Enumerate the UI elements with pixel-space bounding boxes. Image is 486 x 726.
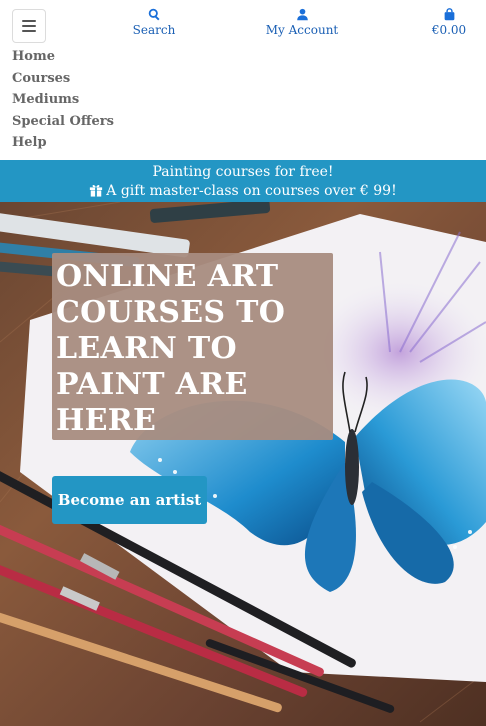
search-icon: [148, 8, 160, 21]
promo-line-2-wrap: A gift master-class on courses over € 99…: [0, 182, 486, 201]
menu-item-help[interactable]: Help: [12, 134, 114, 156]
menu-item-home[interactable]: Home: [12, 48, 114, 70]
shopping-bag-icon: [444, 8, 454, 21]
hero-title-box: ONLINE ART COURSES TO LEARN TO PAINT ARE…: [52, 253, 333, 440]
nav-account-link[interactable]: My Account: [264, 8, 340, 37]
main-menu: Home Courses Mediums Special Offers Help: [12, 48, 114, 156]
menu-item-special-offers[interactable]: Special Offers: [12, 113, 114, 135]
nav-cart-link[interactable]: €0.00: [427, 8, 471, 37]
hamburger-icon: [22, 20, 36, 22]
menu-item-mediums[interactable]: Mediums: [12, 91, 114, 113]
nav-cart-total: €0.00: [431, 23, 467, 37]
hero-section: ONLINE ART COURSES TO LEARN TO PAINT ARE…: [0, 202, 486, 726]
nav-account-label: My Account: [265, 23, 339, 37]
nav-search-label: Search: [132, 23, 176, 37]
promo-line-2: A gift master-class on courses over € 99…: [106, 183, 397, 199]
gift-icon: [90, 185, 103, 197]
promo-line-1: Painting courses for free!: [152, 164, 334, 180]
promo-banner: Painting courses for free! A gift master…: [0, 160, 486, 202]
menu-toggle-button[interactable]: [12, 9, 46, 43]
menu-item-courses[interactable]: Courses: [12, 70, 114, 92]
become-artist-button[interactable]: Become an artist: [52, 476, 207, 524]
nav-search-link[interactable]: Search: [132, 8, 176, 37]
user-icon: [296, 8, 308, 21]
top-bar: Search My Account €0.00: [0, 0, 486, 48]
hero-title: ONLINE ART COURSES TO LEARN TO PAINT ARE…: [56, 259, 286, 438]
